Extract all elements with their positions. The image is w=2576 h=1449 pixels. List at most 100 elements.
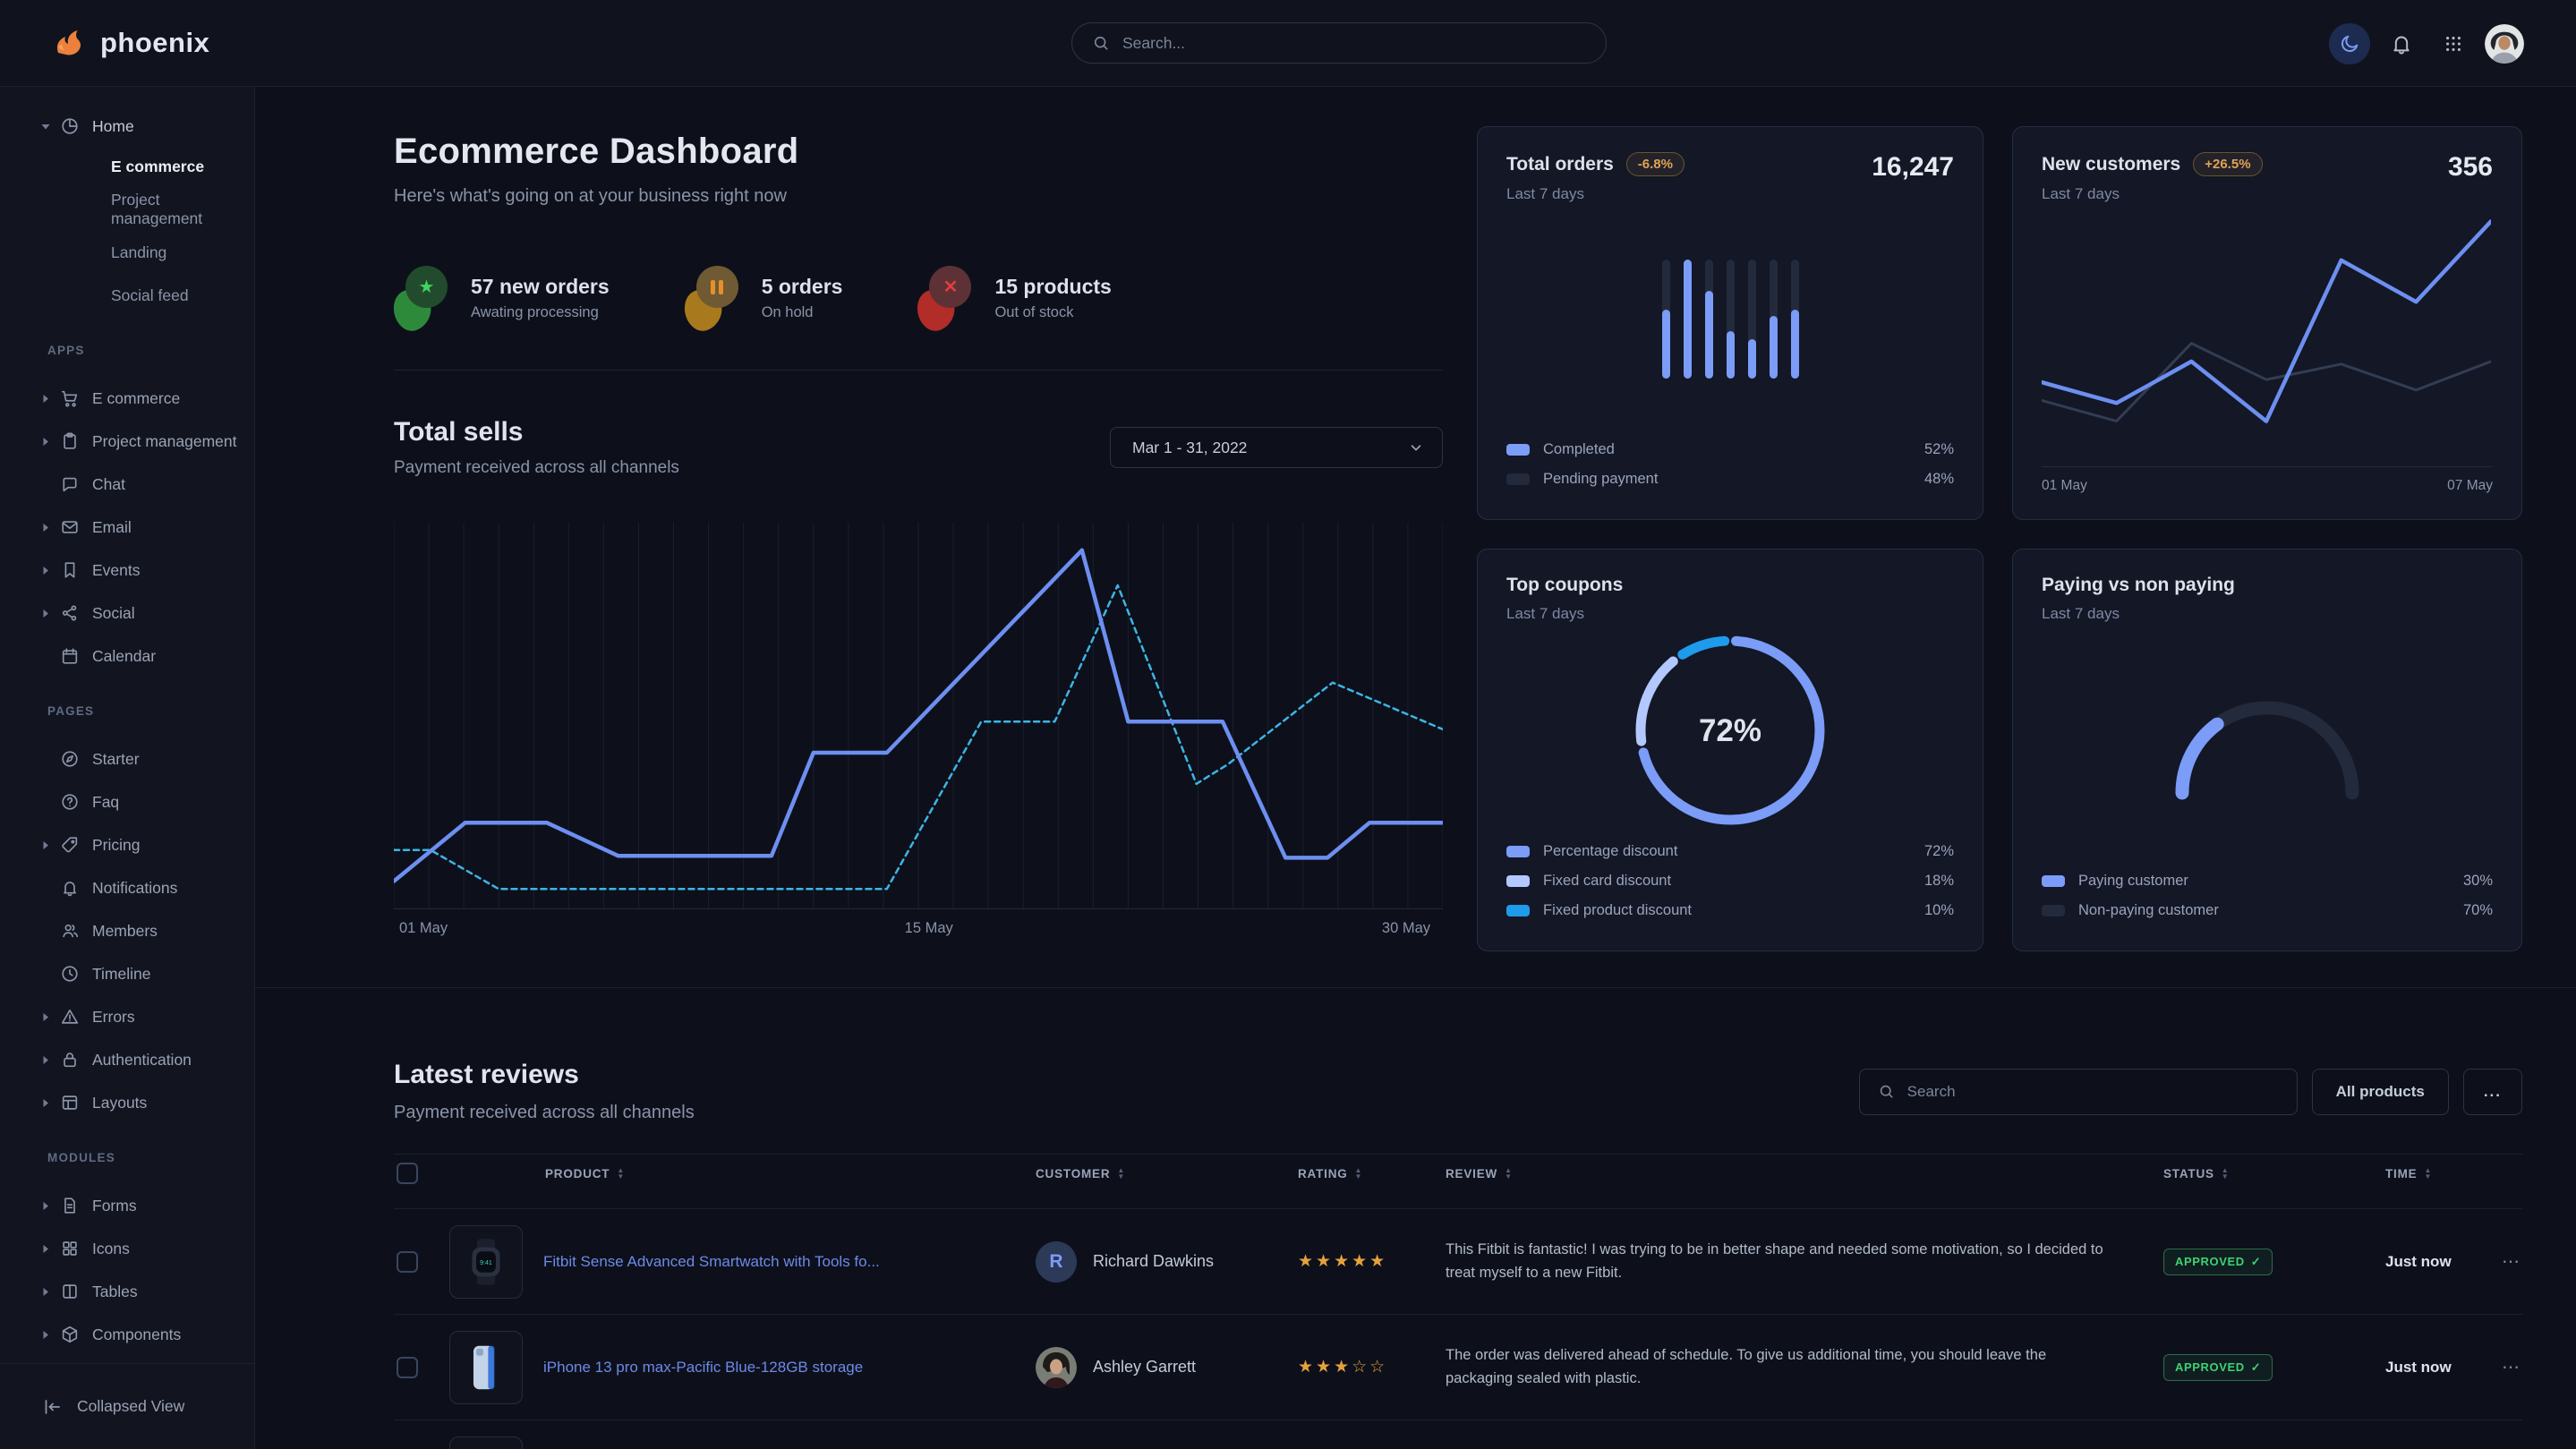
product-thumbnail: 9:41 <box>449 1225 523 1299</box>
column-header-review[interactable]: REVIEW▲▼ <box>1446 1167 2163 1181</box>
collapse-view-button[interactable]: Collapsed View <box>0 1363 254 1449</box>
paying-gauge-chart <box>2042 623 2493 866</box>
sidebar-section-label: PAGES <box>47 704 254 718</box>
legend-label: Paying customer <box>2078 873 2188 890</box>
brand-logo[interactable]: phoenix <box>50 25 209 61</box>
sidebar-item-e-commerce[interactable]: E commerce <box>0 377 254 420</box>
sidebar-item-layouts[interactable]: Layouts <box>0 1081 254 1124</box>
sidebar-item-timeline[interactable]: Timeline <box>0 952 254 995</box>
sidebar-item-authentication[interactable]: Authentication <box>0 1038 254 1081</box>
column-header-rating[interactable]: RATING▲▼ <box>1298 1167 1446 1181</box>
select-all-checkbox[interactable] <box>397 1163 418 1184</box>
row-actions-button[interactable]: ⋯ <box>2502 1358 2521 1377</box>
total-orders-title: Total orders <box>1506 154 1614 175</box>
total-sells-chart <box>394 519 1443 909</box>
star-icon: ★ <box>394 266 448 330</box>
sidebar-item-tables[interactable]: Tables <box>0 1270 254 1313</box>
brand-name: phoenix <box>100 27 209 59</box>
layout-icon <box>59 1092 81 1113</box>
search-input[interactable] <box>1122 34 1586 53</box>
caret-right-icon <box>41 566 50 575</box>
column-header-status[interactable]: STATUS▲▼ <box>2163 1167 2385 1181</box>
latest-reviews-title: Latest reviews <box>394 1060 695 1090</box>
new-customers-period: Last 7 days <box>2042 185 2263 203</box>
review-table-row: iPhone 13 pro max-Pacific Blue-128GB sto… <box>394 1315 2522 1420</box>
column-header-time[interactable]: TIME▲▼ <box>2385 1167 2502 1181</box>
cart-icon <box>59 388 81 409</box>
sidebar-item-label: Icons <box>92 1240 130 1258</box>
apps-grid-icon <box>2444 34 2463 54</box>
product-link[interactable]: iPhone 13 pro max-Pacific Blue-128GB sto… <box>543 1359 863 1377</box>
sidebar-item-email[interactable]: Email <box>0 506 254 549</box>
more-options-button[interactable]: ... <box>2463 1069 2522 1115</box>
column-header-label: PRODUCT <box>545 1167 610 1181</box>
paying-period: Last 7 days <box>2042 605 2493 623</box>
sidebar-item-chat[interactable]: Chat <box>0 463 254 506</box>
date-range-select[interactable]: Mar 1 - 31, 2022 <box>1110 427 1443 468</box>
sidebar-item-calendar[interactable]: Calendar <box>0 635 254 678</box>
review-time: Just now <box>2385 1253 2502 1271</box>
total-orders-legend: Completed52%Pending payment48% <box>1506 435 1954 494</box>
legend-swatch <box>2042 875 2065 887</box>
sidebar-item-landing[interactable]: Landing <box>0 231 254 274</box>
reviews-search-input[interactable] <box>1907 1083 2279 1101</box>
legend-item: Fixed card discount18% <box>1506 866 1954 896</box>
sidebar-item-events[interactable]: Events <box>0 549 254 592</box>
sidebar-item-components[interactable]: Components <box>0 1313 254 1356</box>
sidebar-item-project-management[interactable]: Project management <box>0 188 254 231</box>
search-icon <box>1878 1083 1895 1100</box>
user-avatar[interactable] <box>2485 24 2524 64</box>
column-header-product[interactable]: PRODUCT▲▼ <box>449 1167 1036 1181</box>
bar <box>1770 260 1778 379</box>
sidebar-item-social-feed[interactable]: Social feed <box>0 274 254 317</box>
sidebar-home-label: Home <box>92 117 134 136</box>
legend-swatch <box>1506 473 1530 485</box>
sidebar-item-label: Errors <box>92 1008 135 1027</box>
caret-right-icon <box>41 609 50 618</box>
sidebar-item-errors[interactable]: Errors <box>0 995 254 1038</box>
x-axis-tick: 15 May <box>905 920 953 937</box>
sidebar-item-pricing[interactable]: Pricing <box>0 823 254 866</box>
sidebar-item-icons[interactable]: Icons <box>0 1227 254 1270</box>
caret-right-icon <box>41 437 50 447</box>
x-axis-tick: 01 May <box>2042 478 2087 494</box>
apps-menu-button[interactable] <box>2433 23 2474 64</box>
sidebar-item-social[interactable]: Social <box>0 592 254 635</box>
bar <box>1727 260 1735 379</box>
grid-icon <box>59 1238 81 1259</box>
row-checkbox[interactable] <box>397 1251 418 1273</box>
theme-toggle-button[interactable] <box>2329 23 2370 64</box>
sidebar-item-label: Starter <box>92 750 140 769</box>
total-orders-badge: -6.8% <box>1626 152 1685 176</box>
x-icon: ✕ <box>917 266 971 330</box>
sidebar-item-notifications[interactable]: Notifications <box>0 866 254 909</box>
column-header-customer[interactable]: CUSTOMER▲▼ <box>1036 1167 1298 1181</box>
sidebar-item-forms[interactable]: Forms <box>0 1184 254 1227</box>
total-orders-card: Total orders -6.8% Last 7 days 16,247 Co… <box>1477 126 1983 520</box>
new-customers-badge: +26.5% <box>2193 152 2262 176</box>
sidebar-item-project-management[interactable]: Project management <box>0 420 254 463</box>
status-badge: APPROVED✓ <box>2163 1354 2273 1381</box>
divider <box>394 370 1443 371</box>
caret-right-icon <box>41 840 50 850</box>
status-badge: APPROVED✓ <box>2163 1249 2273 1275</box>
sidebar-item-label: Members <box>92 922 158 941</box>
notifications-button[interactable] <box>2381 23 2422 64</box>
sidebar-item-members[interactable]: Members <box>0 909 254 952</box>
row-actions-button[interactable]: ⋯ <box>2502 1252 2521 1272</box>
search-icon <box>1092 34 1110 52</box>
top-navbar: phoenix <box>0 0 2576 87</box>
caret-right-icon <box>41 1287 50 1297</box>
all-products-button[interactable]: All products <box>2312 1069 2449 1115</box>
legend-label: Pending payment <box>1543 471 1658 488</box>
product-link[interactable]: Fitbit Sense Advanced Smartwatch with To… <box>543 1253 880 1271</box>
sidebar-item-e-commerce[interactable]: E commerce <box>0 145 254 188</box>
customer-letter-avatar: R <box>1036 1241 1077 1283</box>
sidebar-item-faq[interactable]: Faq <box>0 780 254 823</box>
sidebar-item-starter[interactable]: Starter <box>0 737 254 780</box>
row-checkbox[interactable] <box>397 1357 418 1378</box>
sidebar-item-home[interactable]: Home <box>0 107 254 145</box>
total-orders-period: Last 7 days <box>1506 185 1685 203</box>
chevron-down-icon <box>1408 439 1424 456</box>
file-text-icon <box>59 1195 81 1216</box>
